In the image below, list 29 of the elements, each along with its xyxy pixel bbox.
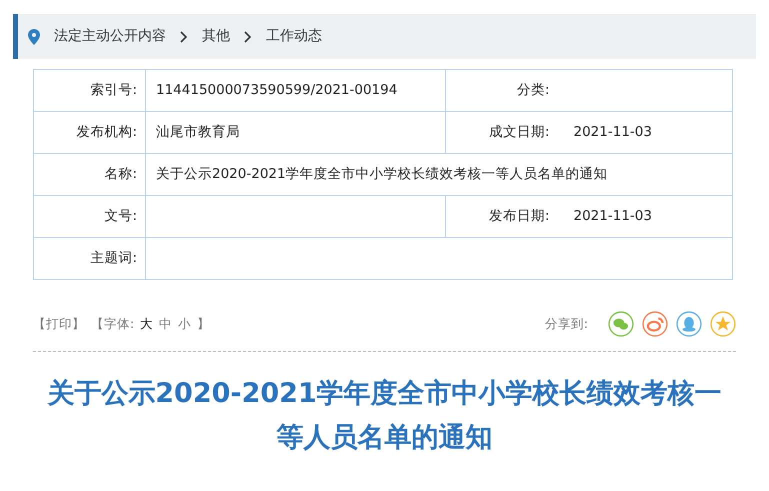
field-label: 发布日期: [488,208,550,224]
chevron-icon [244,30,252,42]
font-size-link[interactable]: 中 [159,314,172,334]
font-size-link[interactable]: 小 [178,314,192,334]
field-label: 发布机构: [76,124,137,140]
map-pin-icon [28,28,40,44]
field-label: 文号: [104,208,137,224]
chevron-icon [180,30,188,42]
breadcrumb-link[interactable]: 其他 [202,26,230,47]
field-label: 名称: [104,166,137,182]
field-label: 分类: [516,82,550,98]
field-value: 114415000073590599/2021-00194 [156,82,398,98]
font-size-label: 【字体: [91,314,134,333]
field-value: 关于公示2020-2021学年度全市中小学校长绩效考核一等人员名单的通知 [156,166,608,182]
chat-bubbles-icon[interactable] [608,311,634,337]
field-label: 成文日期: [488,124,550,140]
field-label: 索引号: [90,82,137,98]
bracket-text: 】 [197,314,210,333]
breadcrumb-link[interactable]: 法定主动公开内容 [54,26,166,47]
share-label: 分享到: [544,314,588,333]
field-label: 主题词: [90,250,137,266]
field-value: 2021-11-03 [574,208,652,224]
breadcrumb-link[interactable]: 工作动态 [266,26,322,47]
article-title: 关于公示2020-2021学年度全市中小学校长绩效考核一等人员名单的通知 [46,377,723,455]
print-link[interactable]: 【打印】 [33,314,85,334]
field-value: 汕尾市教育局 [156,124,240,140]
penguin-icon[interactable] [676,311,702,337]
field-value: 2021-11-03 [574,124,652,140]
font-size-link[interactable]: 大 [140,314,154,334]
